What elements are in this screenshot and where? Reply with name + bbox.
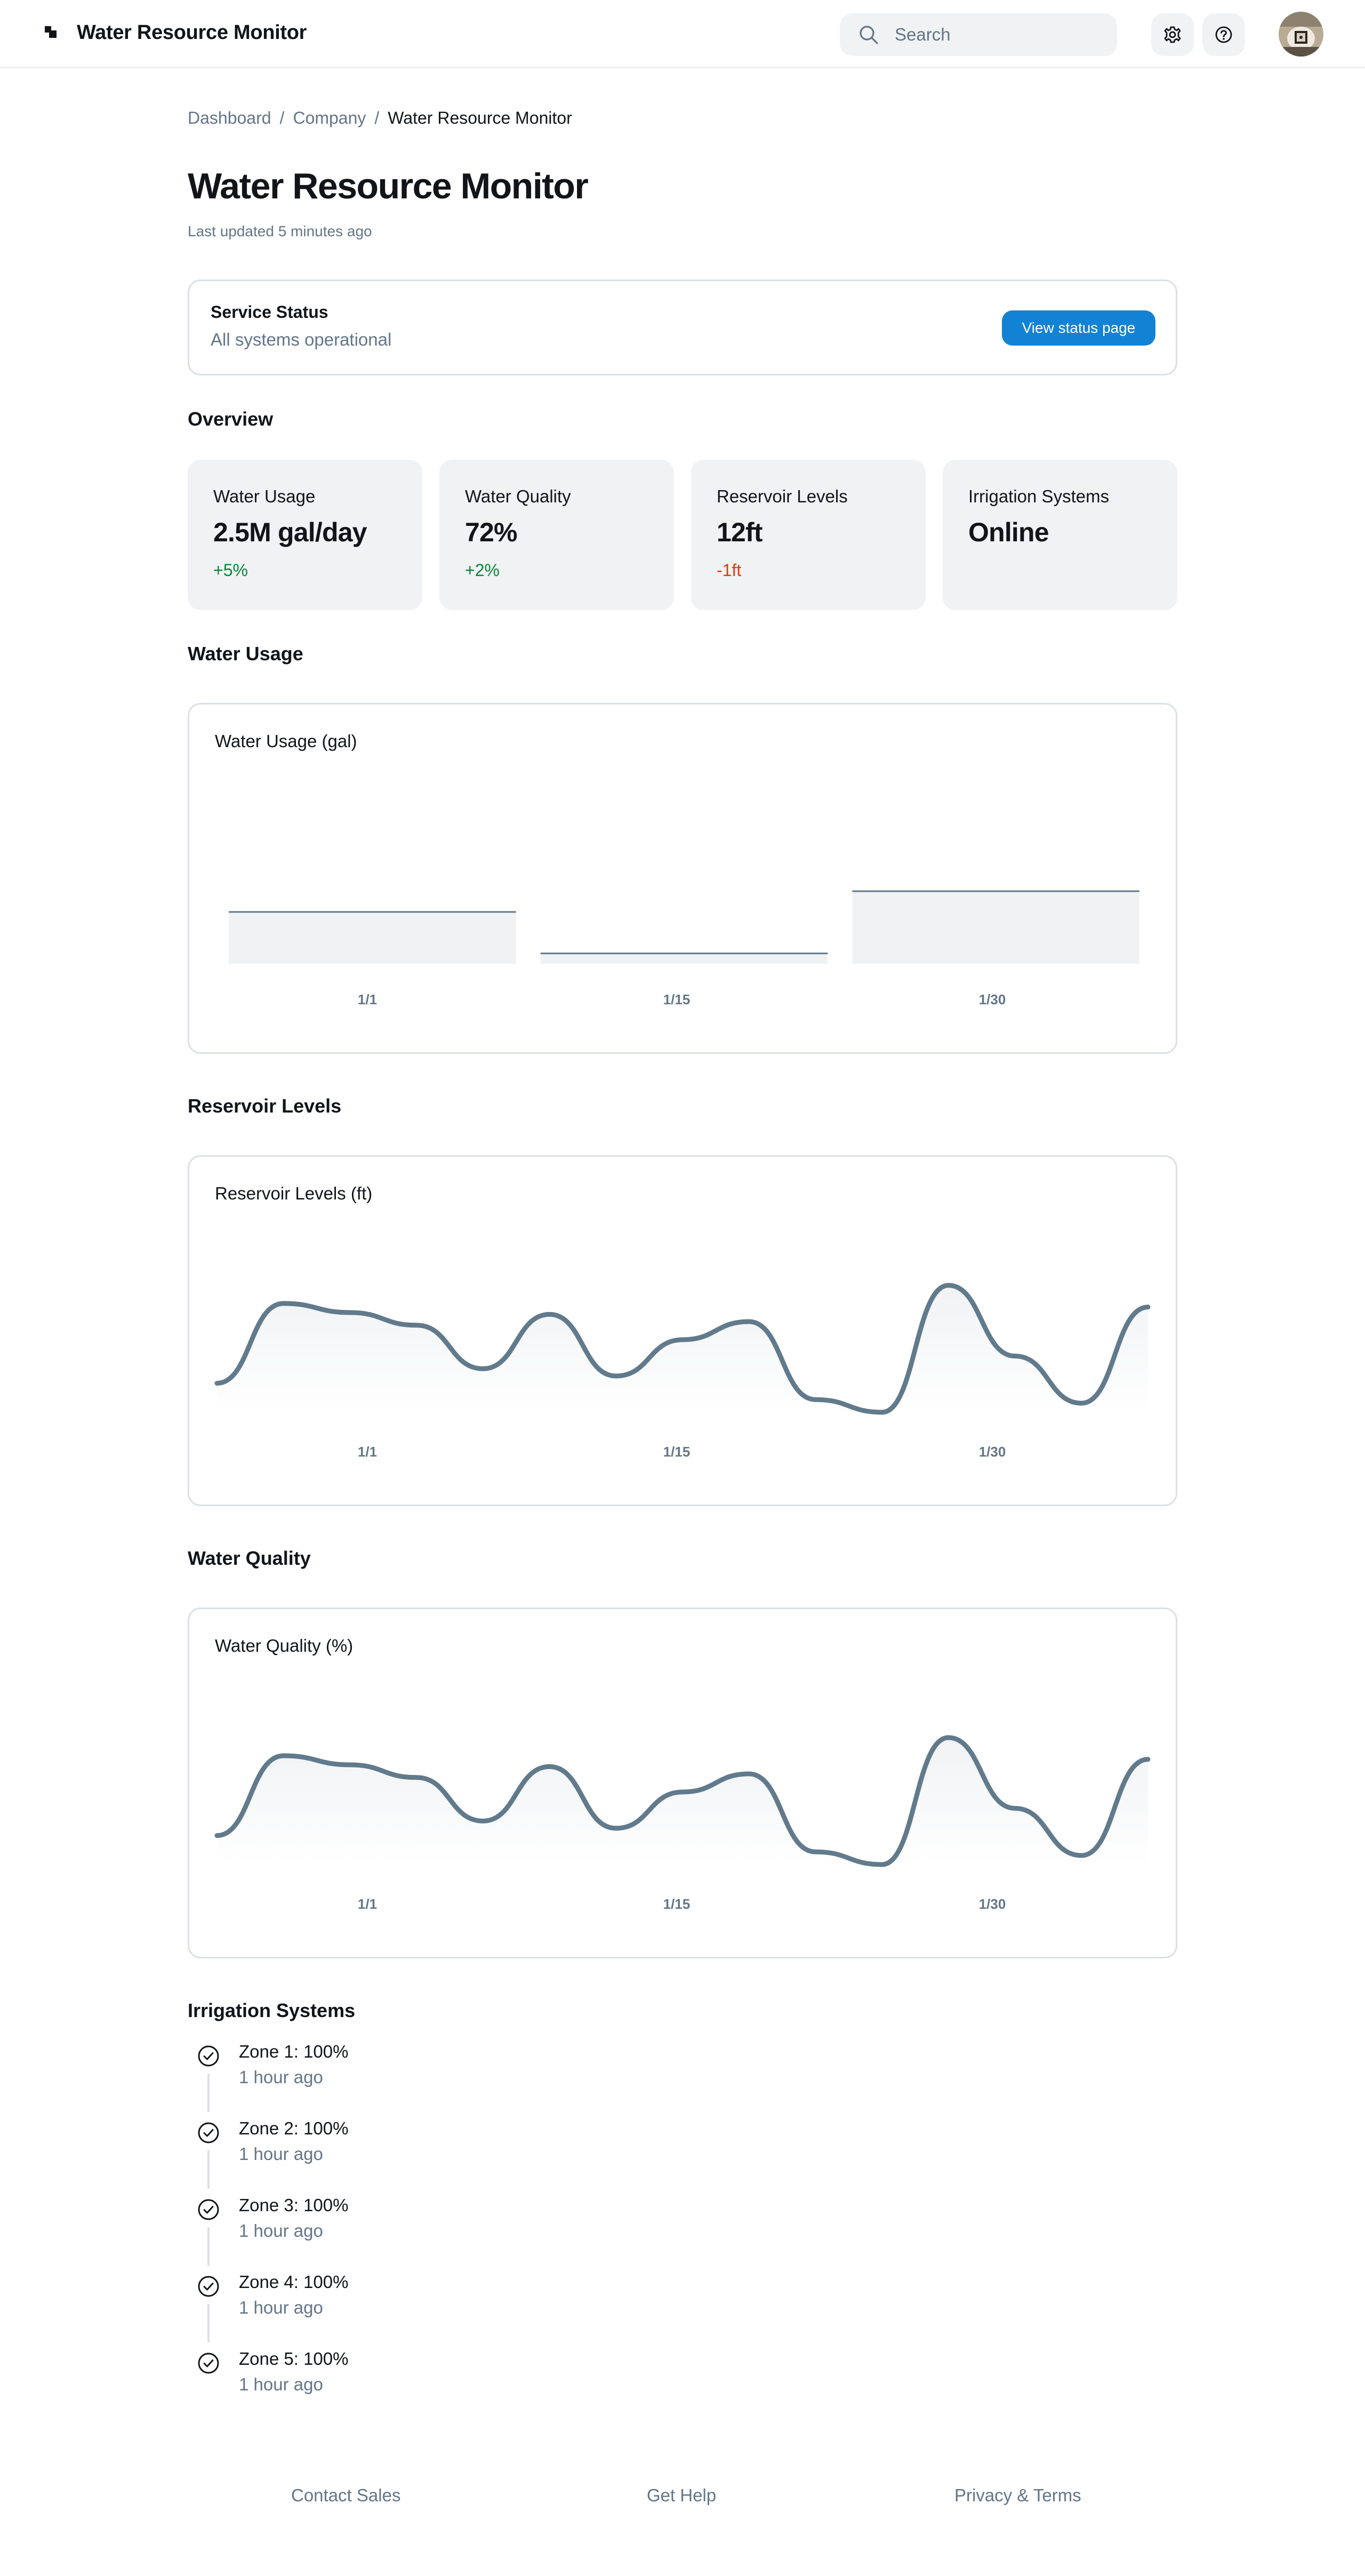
search-input[interactable]	[895, 23, 1097, 46]
x-tick-label: 1/30	[979, 1896, 1006, 1912]
x-tick-label: 1/1	[358, 991, 377, 1007]
timeline-item-title: Zone 2: 100%	[239, 2118, 349, 2138]
area-fill	[217, 1285, 1148, 1413]
stat-label: Reservoir Levels	[717, 486, 848, 506]
stat-delta: +5%	[213, 561, 248, 580]
bar	[229, 911, 516, 964]
app-title: Water Resource Monitor	[77, 21, 307, 44]
timeline-item-time: 1 hour ago	[239, 2374, 323, 2394]
avatar[interactable]	[1279, 12, 1323, 57]
timeline-item-time: 1 hour ago	[239, 2067, 323, 2087]
water-quality-heading: Water Quality	[188, 1547, 311, 1569]
view-status-page-button[interactable]: View status page	[1002, 310, 1155, 346]
service-status-text: All systems operational	[211, 330, 392, 349]
stat-delta: -1ft	[717, 561, 742, 580]
water-quality-chart: 1/1 1/15 1/30	[214, 1735, 1151, 1912]
breadcrumb: Dashboard / Company / Water Resource Monitor	[188, 108, 572, 127]
footer-link-contact-sales[interactable]: Contact Sales	[291, 2485, 400, 2506]
timeline-connector	[207, 2227, 210, 2266]
chart-title: Water Usage (gal)	[215, 731, 357, 751]
stat-card-irrigation-systems: Irrigation Systems Online	[943, 460, 1177, 610]
help-button[interactable]	[1202, 13, 1245, 56]
x-tick-label: 1/15	[663, 1444, 690, 1460]
water-usage-chart: 1/1 1/15 1/30	[229, 890, 1139, 1007]
x-tick-label: 1/30	[979, 991, 1006, 1007]
breadcrumb-current: Water Resource Monitor	[388, 108, 572, 127]
stat-card-water-quality: Water Quality 72% +2%	[439, 460, 674, 610]
top-bar: Water Resource Monitor	[0, 0, 1365, 68]
check-circle-icon	[198, 2199, 219, 2220]
service-status-title: Service Status	[211, 302, 328, 322]
x-tick-label: 1/1	[358, 1896, 377, 1912]
check-circle-icon	[198, 2353, 219, 2374]
overview-heading: Overview	[188, 408, 274, 430]
stat-label: Irrigation Systems	[968, 486, 1110, 506]
reservoir-levels-chart: 1/1 1/15 1/30	[214, 1283, 1151, 1460]
x-tick-label: 1/30	[979, 1444, 1006, 1460]
stat-label: Water Quality	[465, 486, 571, 506]
water-usage-chart-card: 1/1 1/15 1/30 Water Usage (gal)	[188, 703, 1177, 1054]
service-status-card: Service Status All systems operational V…	[188, 279, 1177, 375]
footer-link-privacy-terms[interactable]: Privacy & Terms	[954, 2485, 1081, 2506]
timeline-connector	[207, 2304, 210, 2342]
settings-button[interactable]	[1151, 13, 1194, 56]
timeline-item-time: 1 hour ago	[239, 2144, 323, 2164]
stat-label: Water Usage	[213, 486, 316, 506]
stat-card-reservoir-levels: Reservoir Levels 12ft -1ft	[691, 460, 926, 610]
search-bar[interactable]	[840, 13, 1117, 56]
irrigation-heading: Irrigation Systems	[188, 1999, 356, 2021]
stat-value: Online	[968, 517, 1049, 547]
reservoir-levels-heading: Reservoir Levels	[188, 1095, 342, 1117]
water-usage-heading: Water Usage	[188, 643, 303, 665]
bar	[540, 953, 828, 964]
breadcrumb-dashboard[interactable]: Dashboard	[188, 108, 271, 127]
x-tick-label: 1/1	[358, 1444, 377, 1460]
gear-icon	[1164, 26, 1181, 43]
area-fill	[217, 1738, 1148, 1865]
chart-title: Water Quality (%)	[215, 1636, 354, 1655]
stat-card-water-usage: Water Usage 2.5M gal/day +5%	[188, 460, 422, 610]
timeline-item-title: Zone 1: 100%	[239, 2042, 349, 2061]
chart-title: Reservoir Levels (ft)	[215, 1183, 373, 1203]
stat-value: 2.5M gal/day	[213, 517, 367, 547]
stat-delta: +2%	[465, 561, 500, 580]
check-circle-icon	[198, 2122, 219, 2143]
timeline-item-title: Zone 4: 100%	[239, 2272, 349, 2292]
bar	[852, 891, 1139, 964]
reservoir-levels-chart-card: 1/1 1/15 1/30 Reservoir Levels (ft)	[188, 1155, 1177, 1506]
timeline-connector	[207, 2074, 210, 2112]
help-icon	[1215, 26, 1232, 43]
timeline-item-time: 1 hour ago	[239, 2298, 323, 2317]
stat-value: 72%	[465, 517, 517, 547]
x-tick-label: 1/15	[663, 991, 690, 1007]
last-updated: Last updated 5 minutes ago	[188, 223, 372, 239]
page-title: Water Resource Monitor	[188, 166, 589, 206]
timeline-item-title: Zone 5: 100%	[239, 2349, 349, 2369]
x-tick-label: 1/15	[663, 1896, 690, 1912]
logo-icon	[45, 26, 57, 38]
check-circle-icon	[198, 2045, 219, 2067]
breadcrumb-company[interactable]: Company	[293, 108, 366, 127]
stat-value: 12ft	[717, 517, 763, 547]
timeline-item-time: 1 hour ago	[239, 2221, 323, 2241]
timeline-connector	[207, 2150, 210, 2189]
search-icon	[860, 26, 878, 44]
check-circle-icon	[198, 2276, 219, 2297]
water-quality-chart-card: 1/1 1/15 1/30 Water Quality (%)	[188, 1607, 1177, 1958]
footer-link-get-help[interactable]: Get Help	[647, 2485, 716, 2506]
timeline-item-title: Zone 3: 100%	[239, 2195, 349, 2215]
